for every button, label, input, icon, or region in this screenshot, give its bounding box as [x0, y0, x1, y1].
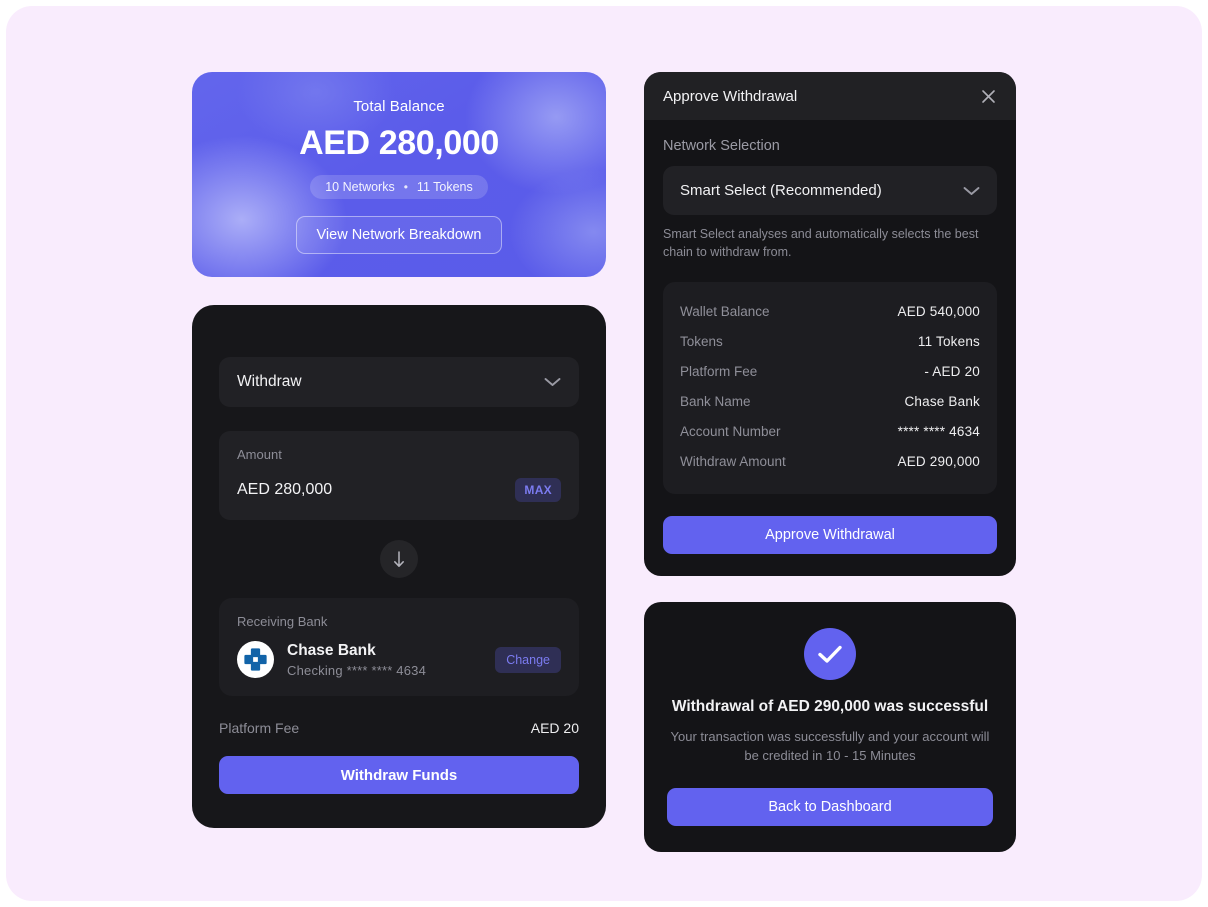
approve-withdrawal-button[interactable]: Approve Withdrawal: [663, 515, 997, 554]
networks-count: 10 Networks: [325, 180, 395, 194]
pill-separator-dot: •: [403, 180, 408, 194]
table-row: Wallet Balance AED 540,000: [680, 297, 980, 327]
withdraw-funds-button[interactable]: Withdraw Funds: [219, 756, 579, 794]
bank-name: Chase Bank: [287, 641, 376, 659]
total-balance-card: Total Balance AED 280,000 10 Networks • …: [192, 72, 606, 277]
modal-header: Approve Withdrawal: [644, 72, 1016, 120]
detail-key: Wallet Balance: [680, 304, 770, 319]
check-icon: [818, 645, 842, 663]
table-row: Platform Fee - AED 20: [680, 357, 980, 387]
receiving-bank-box: Receiving Bank Chase Bank Checking **** …: [219, 598, 579, 696]
chevron-down-icon: [963, 186, 980, 195]
network-helper-text: Smart Select analyses and automatically …: [663, 227, 979, 259]
detail-value: **** **** 4634: [897, 424, 980, 439]
approve-withdrawal-modal: Approve Withdrawal Network Selection Sma…: [644, 72, 1016, 576]
table-row: Bank Name Chase Bank: [680, 387, 980, 417]
change-bank-button[interactable]: Change: [495, 646, 561, 673]
bank-account-number: Checking **** **** 4634: [287, 662, 427, 678]
amount-value: AED 280,000: [237, 481, 333, 498]
success-badge: [804, 627, 856, 680]
detail-value: AED 290,000: [897, 454, 980, 469]
back-to-dashboard-button[interactable]: Back to Dashboard: [667, 787, 993, 826]
receiving-bank-label: Receiving Bank: [237, 614, 328, 629]
success-title: Withdrawal of AED 290,000 was successful: [671, 697, 989, 715]
chase-bank-logo-icon: [237, 641, 274, 678]
detail-key: Withdraw Amount: [680, 454, 786, 469]
modal-title: Approve Withdrawal: [663, 87, 798, 105]
withdraw-card: Withdraw Amount AED 280,000 MAX Receivin…: [192, 305, 606, 828]
table-row: Account Number **** **** 4634: [680, 417, 980, 447]
close-icon[interactable]: [980, 88, 997, 105]
left-column: Total Balance AED 280,000 10 Networks • …: [192, 72, 606, 828]
detail-key: Account Number: [680, 424, 781, 439]
total-balance-label: Total Balance: [353, 98, 445, 115]
platform-fee-value: AED 20: [530, 720, 579, 736]
action-select[interactable]: Withdraw: [219, 357, 579, 407]
detail-value: - AED 20: [924, 364, 980, 379]
network-select[interactable]: Smart Select (Recommended): [663, 166, 997, 215]
app-frame: Total Balance AED 280,000 10 Networks • …: [6, 6, 1202, 901]
withdrawal-success-card: Withdrawal of AED 290,000 was successful…: [644, 601, 1016, 852]
direction-arrow-button[interactable]: [380, 540, 418, 578]
withdrawal-details-box: Wallet Balance AED 540,000 Tokens 11 Tok…: [663, 281, 997, 494]
platform-fee-label: Platform Fee: [219, 720, 300, 736]
amount-label: Amount: [237, 447, 282, 462]
action-select-value: Withdraw: [237, 373, 302, 390]
amount-field[interactable]: Amount AED 280,000 MAX: [219, 431, 579, 520]
max-button[interactable]: MAX: [515, 478, 561, 502]
table-row: Withdraw Amount AED 290,000: [680, 447, 980, 477]
detail-value: 11 Tokens: [917, 334, 980, 349]
detail-key: Platform Fee: [680, 364, 758, 379]
view-network-breakdown-button[interactable]: View Network Breakdown: [295, 216, 503, 254]
arrow-down-icon: [394, 550, 404, 567]
right-column: Approve Withdrawal Network Selection Sma…: [644, 72, 1016, 852]
network-select-value: Smart Select (Recommended): [680, 182, 882, 199]
tokens-count: 11 Tokens: [416, 180, 473, 194]
network-selection-label: Network Selection: [663, 138, 780, 154]
platform-fee-row: Platform Fee AED 20: [219, 720, 579, 736]
detail-value: AED 540,000: [897, 304, 980, 319]
chevron-down-icon: [544, 378, 561, 386]
detail-key: Tokens: [680, 334, 723, 349]
networks-tokens-pill: 10 Networks • 11 Tokens: [310, 175, 488, 199]
success-subtitle: Your transaction was successfully and yo…: [670, 728, 990, 764]
detail-value: Chase Bank: [904, 394, 980, 409]
detail-key: Bank Name: [680, 394, 751, 409]
total-balance-amount: AED 280,000: [299, 124, 499, 162]
table-row: Tokens 11 Tokens: [680, 327, 980, 357]
